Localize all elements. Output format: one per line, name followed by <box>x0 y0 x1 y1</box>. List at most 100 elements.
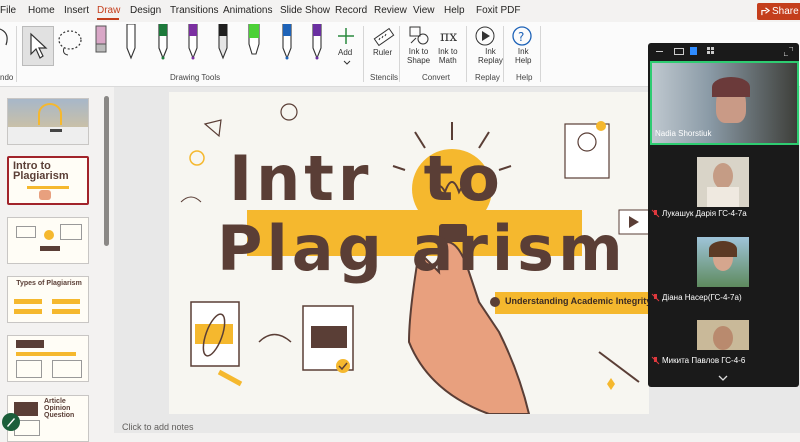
expand-icon[interactable] <box>784 47 793 56</box>
pencil-black-icon[interactable] <box>216 24 230 62</box>
slide-title-line-2: Plag arism <box>217 212 627 285</box>
highlighter-green-icon[interactable] <box>246 24 262 62</box>
ink-help-label[interactable]: Ink Help <box>515 47 531 65</box>
participant-video-4[interactable] <box>697 320 749 350</box>
participant-video-2[interactable] <box>697 157 749 207</box>
video-call-panel: Nadia Shorstiuk Лукашук Дарія ГС-4-7а Ді… <box>648 43 799 387</box>
slide-title-line-1: Intr to <box>229 142 504 215</box>
thumb-hand <box>39 190 51 200</box>
drawing-tools-group-label: Drawing Tools <box>170 73 221 82</box>
muted-mic-icon <box>651 209 660 218</box>
thumb-bar <box>14 299 42 304</box>
ruler-label[interactable]: Ruler <box>373 48 392 57</box>
tab-review[interactable]: Review <box>374 5 407 16</box>
thumb-title: Types of Plagiarism <box>16 280 82 287</box>
chevron-down-icon[interactable] <box>718 375 728 381</box>
ink-to-math-icon[interactable]: πx <box>438 25 460 47</box>
add-pen-icon[interactable] <box>336 26 356 46</box>
ruler-icon[interactable] <box>373 26 395 48</box>
add-label[interactable]: Add <box>338 48 352 57</box>
thumb-title-bar <box>16 340 44 348</box>
help-question-icon[interactable]: ? <box>511 25 533 47</box>
participant-video-1[interactable]: Nadia Shorstiuk <box>650 61 799 145</box>
slide-thumbnail-1[interactable] <box>7 98 89 145</box>
participant-avatar <box>713 163 733 189</box>
participant-hair <box>709 241 737 257</box>
participant-shirt <box>707 187 739 207</box>
thumb-box <box>16 226 36 238</box>
slides-pane-scrollbar[interactable] <box>104 96 109 246</box>
slide-thumbnail-5[interactable] <box>7 335 89 382</box>
participant-hair <box>712 77 750 97</box>
tab-animations[interactable]: Animations <box>223 5 272 16</box>
thumb-subtitle-bar <box>27 186 69 189</box>
notes-pane[interactable]: Click to add notes <box>114 422 654 433</box>
ink-replay-icon[interactable] <box>474 25 496 47</box>
ink-to-math-label[interactable]: Ink to Math <box>438 47 458 65</box>
tab-transitions[interactable]: Transitions <box>170 5 219 16</box>
lasso-select-icon[interactable] <box>56 28 84 58</box>
svg-text:?: ? <box>518 30 524 44</box>
pen-purple-icon[interactable] <box>186 24 200 62</box>
share-icon <box>761 7 770 16</box>
single-view-icon[interactable] <box>674 48 684 55</box>
tab-foxit-pdf[interactable]: Foxit PDF <box>476 5 520 16</box>
arrow-doodle <box>258 333 292 343</box>
doodle-pencil <box>598 351 640 383</box>
undo-group-label: ndo <box>0 73 14 82</box>
tab-record[interactable]: Record <box>335 5 367 16</box>
notes-placeholder: Click to add notes <box>122 422 194 432</box>
help-group-label: Help <box>516 73 533 82</box>
tab-home[interactable]: Home <box>28 5 55 16</box>
tab-slide-show[interactable]: Slide Show <box>280 5 330 16</box>
ribbon-separator <box>503 26 504 82</box>
pen-violet-icon[interactable] <box>310 24 324 62</box>
participant-video-3[interactable] <box>697 237 749 287</box>
doodle-card-dark <box>311 326 347 348</box>
cursor-arrow-icon <box>30 32 48 59</box>
slide-subtitle: Understanding Academic Integrity and <box>505 296 649 306</box>
thumb-box <box>52 360 82 378</box>
ink-to-shape-icon[interactable] <box>408 25 430 47</box>
slide-thumbnail-4[interactable]: Types of Plagiarism <box>7 276 89 323</box>
strip-view-icon[interactable] <box>690 47 697 55</box>
pen-white-1-icon[interactable] <box>124 24 138 62</box>
pen-green-icon[interactable] <box>156 24 170 62</box>
thumb-title: Intro to Plagiarism <box>13 160 69 182</box>
lasso-partial-icon[interactable] <box>0 25 14 55</box>
minimize-icon[interactable] <box>656 51 663 52</box>
thumb-title: Article Opinion Question <box>44 398 75 419</box>
thumb-bar <box>14 309 42 314</box>
participant-name: Діана Насер(ГС-4-7а) <box>662 293 742 302</box>
tab-file[interactable]: File <box>0 5 16 16</box>
thumb-bar <box>52 299 80 304</box>
tab-view[interactable]: View <box>413 5 435 16</box>
thumb-bulb <box>44 230 54 240</box>
ink-to-shape-label[interactable]: Ink to Shape <box>407 47 430 65</box>
participant-name: Nadia Shorstiuk <box>655 129 712 138</box>
slide-content[interactable]: Intr to Plag arism Understanding Academi… <box>169 92 649 414</box>
tab-design[interactable]: Design <box>130 5 161 16</box>
chevron-down-icon[interactable] <box>343 60 351 66</box>
slide-thumbnail-3[interactable] <box>7 217 89 264</box>
ribbon-separator <box>399 26 400 82</box>
ribbon-separator <box>16 26 17 82</box>
doodle-eye <box>180 196 202 203</box>
participant-avatar <box>713 326 733 350</box>
slide-thumbnail-2[interactable]: Intro to Plagiarism <box>7 156 89 205</box>
tab-help[interactable]: Help <box>444 5 465 16</box>
doodle-smiley <box>189 150 205 166</box>
pen-blue-icon[interactable] <box>280 24 294 62</box>
grid-view-icon[interactable] <box>707 47 716 56</box>
share-button[interactable]: Share <box>757 3 800 20</box>
eraser-icon[interactable] <box>92 24 110 60</box>
tab-draw[interactable]: Draw <box>97 5 120 16</box>
tab-insert[interactable]: Insert <box>64 5 89 16</box>
ink-replay-label[interactable]: Ink Replay <box>478 47 503 65</box>
thumb-bar <box>52 309 80 314</box>
svg-text:πx: πx <box>440 29 457 45</box>
slides-pane: Intro to Plagiarism Types of Plagiarism … <box>0 87 114 442</box>
doodle-check-badge <box>596 121 606 131</box>
active-tab-underline <box>97 18 119 20</box>
select-tool-button[interactable] <box>22 26 54 66</box>
